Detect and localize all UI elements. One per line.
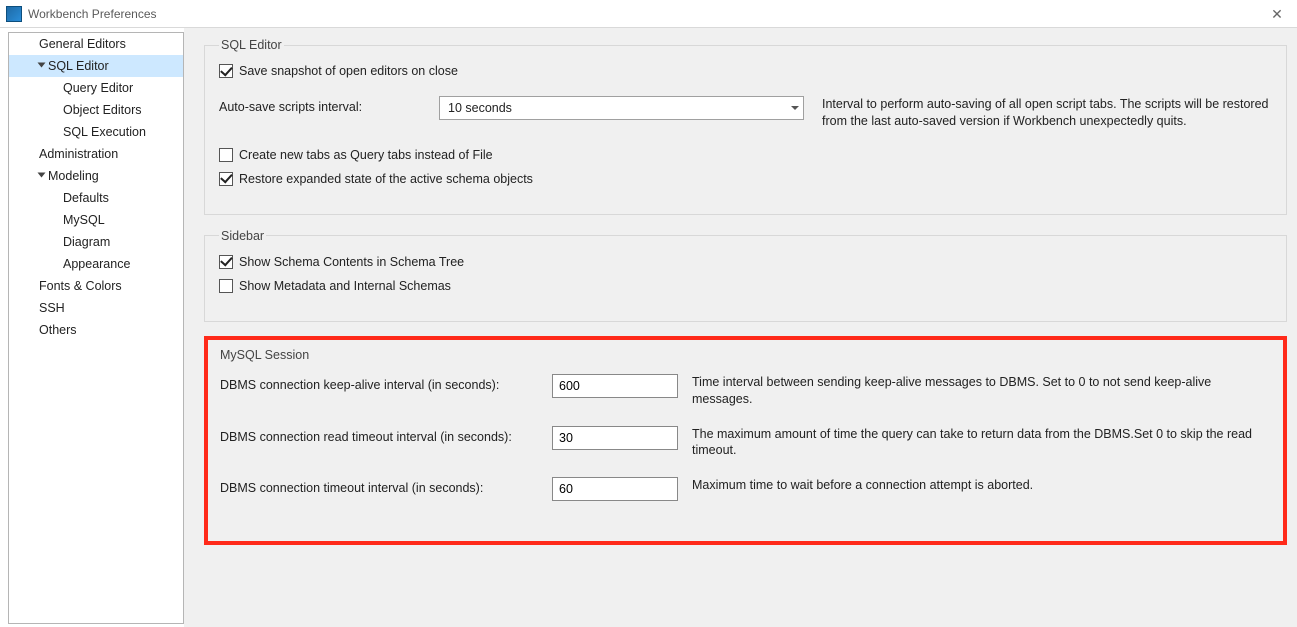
checkbox-create-tabs[interactable]: Create new tabs as Query tabs instead of… [219, 148, 493, 162]
nav-item-label: SQL Editor [48, 59, 109, 73]
group-legend: Sidebar [219, 229, 266, 243]
checkbox-label: Restore expanded state of the active sch… [239, 172, 533, 186]
nav-item-label: SSH [39, 301, 65, 315]
nav-item[interactable]: Modeling [9, 165, 183, 187]
nav-item[interactable]: Query Editor [9, 77, 183, 99]
conn-timeout-input[interactable] [552, 477, 678, 501]
chevron-down-icon [38, 63, 46, 68]
checkbox-icon [219, 255, 233, 269]
checkbox-save-snapshot[interactable]: Save snapshot of open editors on close [219, 64, 458, 78]
autosave-interval-combo[interactable]: 10 seconds [439, 96, 804, 120]
preferences-content: SQL Editor Save snapshot of open editors… [184, 28, 1297, 627]
group-sql-editor: SQL Editor Save snapshot of open editors… [204, 38, 1287, 215]
nav-item-label: Query Editor [63, 81, 133, 95]
nav-item[interactable]: Fonts & Colors [9, 275, 183, 297]
conn-timeout-desc: Maximum time to wait before a connection… [678, 477, 1271, 494]
group-sidebar: Sidebar Show Schema Contents in Schema T… [204, 229, 1287, 322]
checkbox-icon [219, 148, 233, 162]
checkbox-label: Create new tabs as Query tabs instead of… [239, 148, 493, 162]
nav-item-label: Appearance [63, 257, 130, 271]
group-mysql-session: MySQL Session DBMS connection keep-alive… [204, 336, 1287, 546]
nav-item-label: Diagram [63, 235, 110, 249]
checkbox-label: Show Metadata and Internal Schemas [239, 279, 451, 293]
checkbox-show-schema[interactable]: Show Schema Contents in Schema Tree [219, 255, 1272, 269]
chevron-down-icon [38, 173, 46, 178]
group-legend: SQL Editor [219, 38, 284, 52]
checkbox-restore-expanded[interactable]: Restore expanded state of the active sch… [219, 172, 533, 186]
nav-item-label: MySQL [63, 213, 105, 227]
preferences-nav: General Editors SQL Editor Query Editor Obj… [8, 32, 184, 624]
keep-alive-desc: Time interval between sending keep-alive… [678, 374, 1271, 408]
checkbox-icon [219, 172, 233, 186]
app-icon [6, 6, 22, 22]
nav-item-label: Object Editors [63, 103, 142, 117]
nav-item[interactable]: MySQL [9, 209, 183, 231]
nav-item[interactable]: General Editors [9, 33, 183, 55]
nav-item-label: Modeling [48, 169, 99, 183]
nav-item-label: SQL Execution [63, 125, 146, 139]
read-timeout-label: DBMS connection read timeout interval (i… [220, 426, 552, 444]
nav-item[interactable]: SSH [9, 297, 183, 319]
nav-item-label: Administration [39, 147, 118, 161]
checkbox-label: Show Schema Contents in Schema Tree [239, 255, 464, 269]
autosave-label: Auto-save scripts interval: [219, 96, 439, 114]
nav-item-label: Others [39, 323, 77, 337]
group-legend: MySQL Session [220, 348, 1271, 362]
checkbox-icon [219, 64, 233, 78]
nav-item-label: Fonts & Colors [39, 279, 122, 293]
checkbox-show-meta[interactable]: Show Metadata and Internal Schemas [219, 279, 1272, 293]
read-timeout-input[interactable] [552, 426, 678, 450]
nav-item[interactable]: Defaults [9, 187, 183, 209]
conn-timeout-label: DBMS connection timeout interval (in sec… [220, 477, 552, 495]
nav-item[interactable]: SQL Execution [9, 121, 183, 143]
close-icon[interactable]: ✕ [1267, 4, 1287, 24]
keep-alive-input[interactable] [552, 374, 678, 398]
nav-item[interactable]: Object Editors [9, 99, 183, 121]
nav-item[interactable]: Others [9, 319, 183, 341]
checkbox-label: Save snapshot of open editors on close [239, 64, 458, 78]
nav-item[interactable]: Administration [9, 143, 183, 165]
chevron-down-icon [791, 106, 799, 110]
nav-item-label: Defaults [63, 191, 109, 205]
nav-item[interactable]: Diagram [9, 231, 183, 253]
checkbox-icon [219, 279, 233, 293]
nav-item[interactable]: Appearance [9, 253, 183, 275]
autosave-desc: Interval to perform auto-saving of all o… [804, 96, 1272, 130]
keep-alive-label: DBMS connection keep-alive interval (in … [220, 374, 552, 392]
titlebar: Workbench Preferences ✕ [0, 0, 1297, 28]
read-timeout-desc: The maximum amount of time the query can… [678, 426, 1271, 460]
window-title: Workbench Preferences [28, 7, 157, 21]
nav-item-label: General Editors [39, 37, 126, 51]
nav-item[interactable]: SQL Editor [9, 55, 183, 77]
combo-value: 10 seconds [448, 101, 512, 115]
